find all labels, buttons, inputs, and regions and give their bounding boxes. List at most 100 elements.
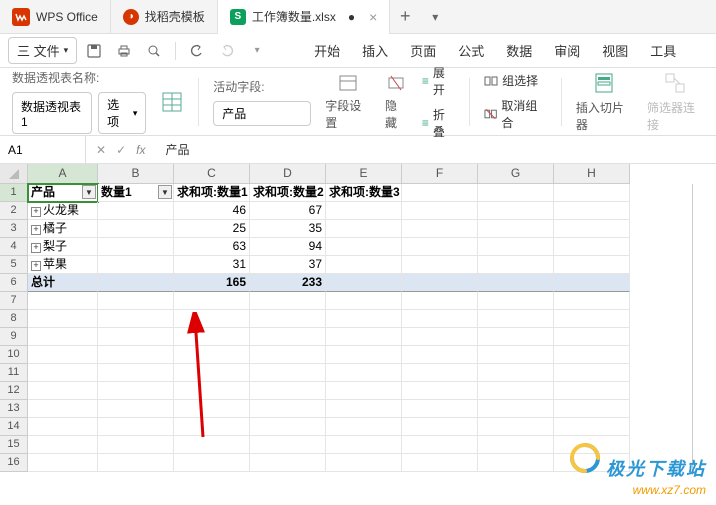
row-header[interactable]: 4 (0, 238, 28, 256)
cell[interactable] (326, 346, 402, 364)
spreadsheet-grid[interactable]: ABCDEFGH 1产品▼数量1▼求和项:数量1求和项:数量2求和项:数量32+… (0, 164, 716, 475)
cell[interactable]: 数量1▼ (98, 184, 174, 202)
collapse-button[interactable]: ≡折叠 (422, 106, 455, 140)
cell[interactable] (326, 310, 402, 328)
filter-dropdown-icon[interactable]: ▼ (158, 185, 172, 199)
cell[interactable] (554, 382, 630, 400)
cell[interactable]: 25 (174, 220, 250, 238)
filter-dropdown-icon[interactable]: ▼ (82, 185, 96, 199)
cell[interactable] (478, 418, 554, 436)
cell[interactable] (478, 328, 554, 346)
cell[interactable] (174, 364, 250, 382)
column-header[interactable]: F (402, 164, 478, 184)
row-header[interactable]: 2 (0, 202, 28, 220)
cell[interactable] (402, 436, 478, 454)
cell[interactable] (326, 292, 402, 310)
cell[interactable] (28, 418, 98, 436)
cell[interactable] (402, 274, 478, 292)
cell[interactable] (174, 418, 250, 436)
cell[interactable] (478, 454, 554, 472)
column-header[interactable]: D (250, 164, 326, 184)
cell[interactable] (402, 346, 478, 364)
cell[interactable] (478, 382, 554, 400)
cell[interactable] (98, 400, 174, 418)
cell[interactable] (250, 292, 326, 310)
cell[interactable] (98, 364, 174, 382)
cell[interactable]: 46 (174, 202, 250, 220)
cell[interactable]: 求和项:数量2 (250, 184, 326, 202)
expand-icon[interactable]: + (31, 225, 41, 235)
cell[interactable] (250, 454, 326, 472)
cell[interactable] (478, 364, 554, 382)
cell[interactable] (554, 202, 630, 220)
cell[interactable] (326, 274, 402, 292)
row-header[interactable]: 8 (0, 310, 28, 328)
cell[interactable] (326, 436, 402, 454)
cell[interactable] (28, 436, 98, 454)
options-button[interactable]: 选项▾ (98, 92, 146, 134)
cell[interactable]: 63 (174, 238, 250, 256)
cell[interactable] (98, 256, 174, 274)
row-header[interactable]: 15 (0, 436, 28, 454)
column-header[interactable]: C (174, 164, 250, 184)
cell[interactable] (402, 328, 478, 346)
cell[interactable] (402, 238, 478, 256)
cell[interactable] (28, 454, 98, 472)
cell[interactable] (98, 382, 174, 400)
cell[interactable]: 233 (250, 274, 326, 292)
cell[interactable] (174, 436, 250, 454)
fx-icon[interactable]: fx (136, 143, 145, 157)
cell[interactable] (402, 400, 478, 418)
cell[interactable]: 37 (250, 256, 326, 274)
cell[interactable] (250, 436, 326, 454)
cell[interactable] (554, 454, 630, 472)
row-header[interactable]: 14 (0, 418, 28, 436)
formula-input[interactable]: 产品 (161, 141, 189, 158)
cell[interactable] (98, 310, 174, 328)
cell[interactable] (326, 454, 402, 472)
cell[interactable] (478, 436, 554, 454)
ungroup-button[interactable]: 取消组合 (484, 97, 547, 131)
tab-tools[interactable]: 工具 (650, 35, 676, 66)
cell[interactable] (250, 328, 326, 346)
column-header[interactable]: E (326, 164, 402, 184)
cell[interactable]: 67 (250, 202, 326, 220)
cell[interactable]: 35 (250, 220, 326, 238)
row-header[interactable]: 13 (0, 400, 28, 418)
cell[interactable]: 165 (174, 274, 250, 292)
insert-slicer-button[interactable]: 插入切片器 (576, 71, 633, 133)
cell[interactable] (554, 418, 630, 436)
row-header[interactable]: 7 (0, 292, 28, 310)
print-preview-icon[interactable] (141, 38, 167, 64)
cell[interactable] (402, 202, 478, 220)
cell[interactable] (402, 292, 478, 310)
cell[interactable] (98, 328, 174, 346)
cell[interactable] (326, 238, 402, 256)
cell[interactable] (554, 274, 630, 292)
cell[interactable] (402, 418, 478, 436)
cell[interactable] (174, 328, 250, 346)
cell[interactable]: +苹果 (28, 256, 98, 274)
cell[interactable] (478, 220, 554, 238)
cell[interactable]: +火龙果 (28, 202, 98, 220)
name-box[interactable]: A1 (0, 136, 86, 163)
tab-review[interactable]: 审阅 (554, 35, 580, 66)
tab-insert[interactable]: 插入 (362, 35, 388, 66)
cell[interactable] (98, 238, 174, 256)
cell[interactable] (478, 274, 554, 292)
row-header[interactable]: 9 (0, 328, 28, 346)
cell[interactable] (98, 220, 174, 238)
cell[interactable] (174, 454, 250, 472)
cell[interactable] (554, 238, 630, 256)
row-header[interactable]: 3 (0, 220, 28, 238)
cell[interactable] (554, 184, 630, 202)
cancel-icon[interactable]: ✕ (96, 143, 106, 157)
tab-menu-button[interactable]: ▾ (420, 10, 450, 24)
file-menu-button[interactable]: 三 文件 ▾ (8, 37, 77, 64)
cell[interactable] (174, 310, 250, 328)
cell[interactable] (402, 364, 478, 382)
cell[interactable] (174, 292, 250, 310)
cell[interactable] (402, 220, 478, 238)
cell[interactable] (28, 400, 98, 418)
tab-data[interactable]: 数据 (506, 35, 532, 66)
